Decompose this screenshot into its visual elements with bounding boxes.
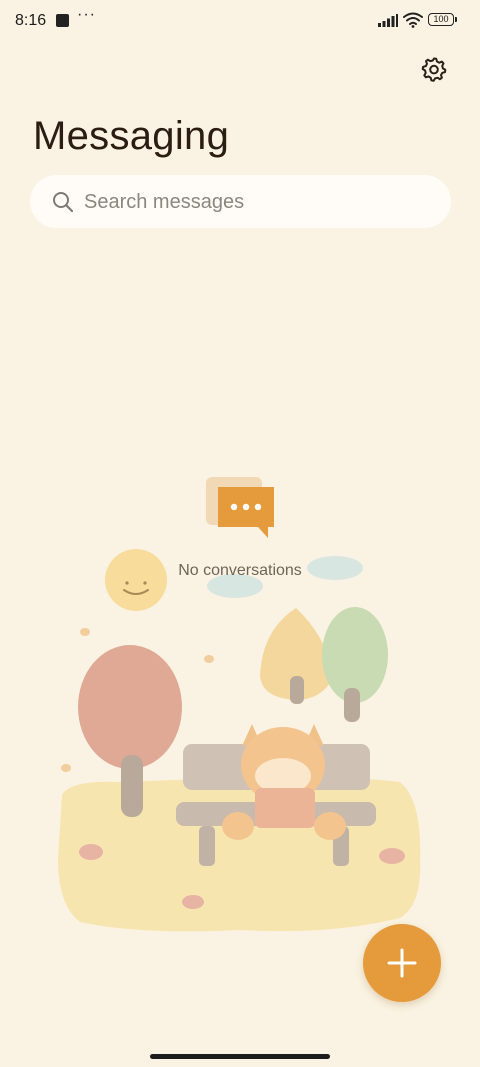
more-notifications-icon: ··· bbox=[77, 6, 96, 23]
new-conversation-button[interactable] bbox=[363, 924, 441, 1002]
battery-icon: 100 bbox=[428, 13, 457, 26]
page-title: Messaging bbox=[33, 114, 230, 158]
gear-icon bbox=[421, 57, 447, 82]
empty-state-message: No conversations bbox=[178, 562, 302, 579]
status-time: 8:16 bbox=[15, 12, 47, 29]
plus-icon bbox=[387, 948, 417, 978]
home-indicator[interactable] bbox=[150, 1054, 330, 1059]
search-icon bbox=[53, 192, 74, 213]
status-bar: 8:16 ··· 100 bbox=[0, 0, 480, 44]
wifi-icon bbox=[403, 12, 423, 28]
notification-app-icon bbox=[56, 14, 69, 27]
chat-bubble-icon bbox=[206, 477, 274, 538]
search-bar[interactable]: Search messages bbox=[30, 175, 451, 228]
settings-button[interactable] bbox=[419, 54, 449, 84]
signal-icon bbox=[378, 14, 398, 27]
search-placeholder: Search messages bbox=[84, 191, 245, 213]
